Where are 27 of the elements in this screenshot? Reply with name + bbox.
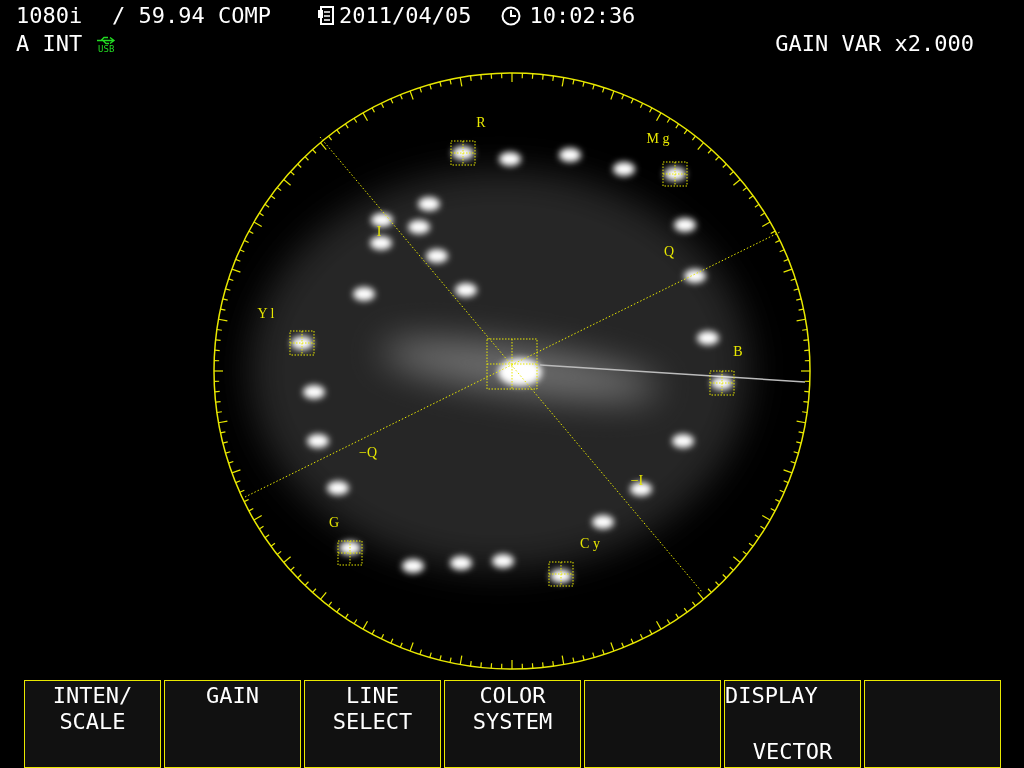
softkey-button[interactable]: LINE SELECT [304, 680, 441, 768]
blank-softkey[interactable] [584, 680, 721, 768]
time-text: 10:02:36 [529, 2, 636, 30]
softkey-button[interactable]: COLOR SYSTEM [444, 680, 581, 768]
vector-label: R [476, 115, 486, 130]
softkey-button[interactable]: GAIN [164, 680, 301, 768]
clock-icon [501, 6, 522, 26]
calendar-icon [316, 6, 335, 26]
vector-label: Q [663, 244, 675, 259]
date-text: 2011/04/05 [338, 2, 472, 30]
frame-rate: / 59.94 COMP [112, 2, 271, 30]
gain-readout: GAIN VAR x2.000 [775, 30, 974, 58]
softkey-button[interactable]: INTEN/ SCALE [24, 680, 161, 768]
vector-label: G [328, 515, 340, 530]
video-format: 1080i [16, 2, 84, 30]
vector-label: M g [646, 131, 670, 146]
blank-softkey[interactable] [864, 680, 1001, 768]
usb-label: USB [98, 45, 115, 54]
vector-label: I [376, 224, 382, 239]
vector-label: B [733, 344, 743, 359]
vector-label: −Q [359, 445, 377, 460]
usb-icon [96, 36, 117, 45]
softkey-button[interactable]: DISPLAY VECTOR [724, 680, 861, 768]
vector-label: C y [580, 536, 600, 551]
vector-label: −I [630, 473, 644, 488]
input-channel: A INT [16, 30, 83, 58]
vector-label: Y l [257, 306, 275, 321]
